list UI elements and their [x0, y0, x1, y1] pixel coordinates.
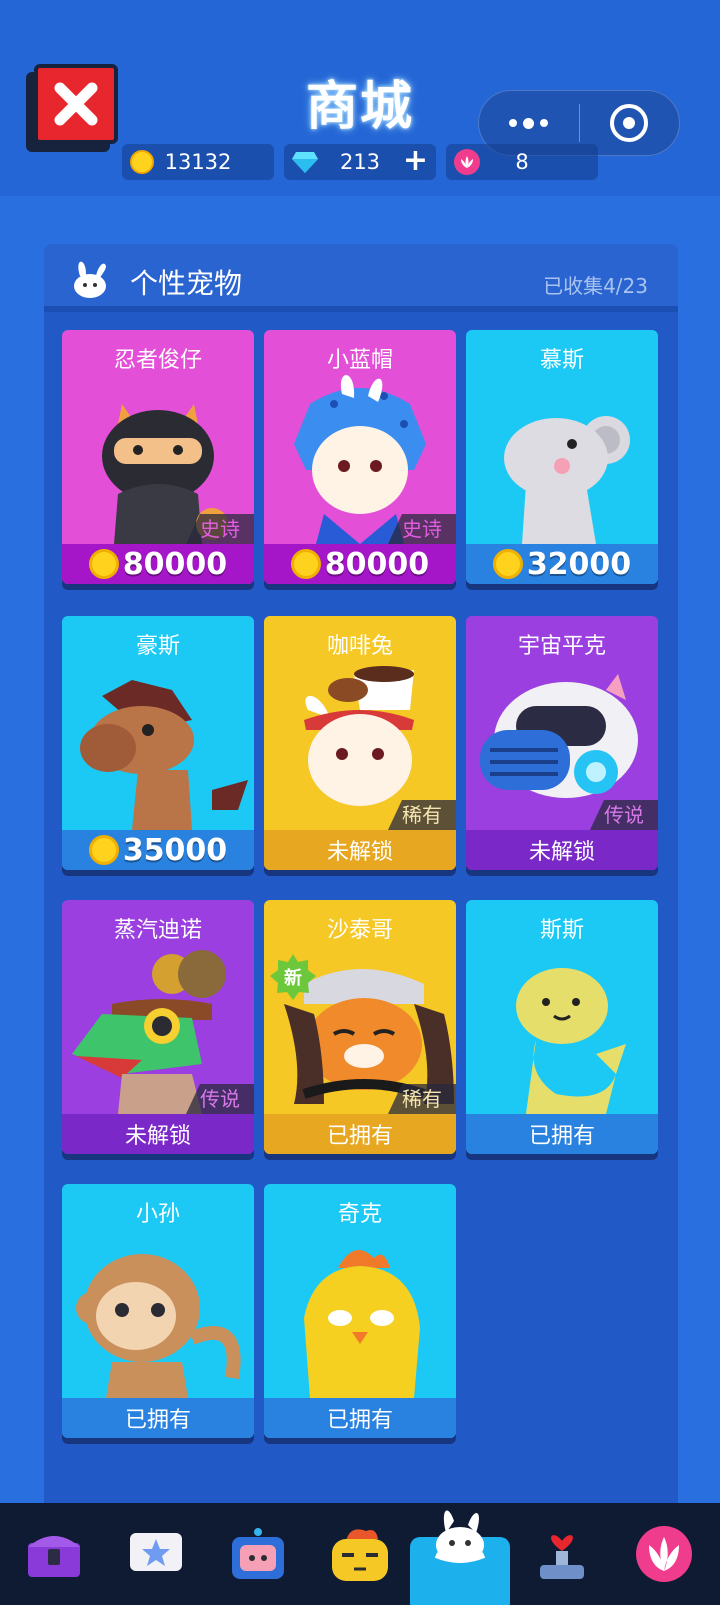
locked-label: 未解锁 [466, 830, 658, 870]
pet-name: 慕斯 [539, 348, 584, 373]
pet-card[interactable]: 咖啡兔 稀有 未解锁 [264, 616, 456, 870]
coin-icon [290, 549, 321, 579]
lotus-icon [636, 1526, 692, 1582]
lotus-balance: 8 [446, 144, 598, 180]
trophy-icon [540, 1535, 584, 1579]
coin-icon [88, 549, 119, 579]
pet-name: 忍者俊仔 [113, 348, 202, 373]
gold-balance: 13132 [122, 144, 274, 180]
pet-card[interactable]: 蒸汽迪诺 传说 未解锁 [62, 900, 254, 1154]
more-button[interactable] [479, 117, 579, 129]
exit-button[interactable] [580, 104, 680, 142]
collection-count: 已收集4/23 [543, 274, 648, 298]
pet-card[interactable]: 小孙 已拥有 [62, 1184, 254, 1438]
face-icon [332, 1529, 388, 1581]
nav-item-trophy[interactable] [512, 1503, 612, 1605]
horse-image [80, 680, 248, 830]
owned-label: 已拥有 [264, 1114, 456, 1154]
mouse-image [504, 416, 630, 544]
pet-name: 宇宙平克 [517, 634, 606, 659]
target-icon [610, 104, 649, 142]
nav-item-pets[interactable] [410, 1510, 510, 1605]
coin-icon [492, 549, 523, 579]
pet-name: 小孙 [135, 1202, 180, 1227]
pet-name: 沙泰哥 [326, 918, 393, 943]
pet-card[interactable]: 宇宙平克 传说 未解锁 [466, 616, 658, 870]
pet-card[interactable]: 小蓝帽 史诗 80000 [264, 330, 456, 584]
pet-name: 豪斯 [135, 634, 180, 659]
locked-label: 未解锁 [264, 830, 456, 870]
star-card-icon [130, 1533, 182, 1571]
owned-label: 已拥有 [466, 1114, 658, 1154]
buy-button[interactable]: 80000 [62, 544, 254, 584]
pet-shop-panel: 个性宠物 已收集4/23 忍者俊仔 史诗 80000 小蓝帽 史诗 80000 … [44, 244, 678, 1504]
nav-item-face[interactable] [310, 1503, 410, 1605]
new-badge: 新 [270, 954, 316, 1000]
buy-button[interactable]: 32000 [466, 544, 658, 584]
coin-icon [88, 835, 119, 865]
pet-name: 小蓝帽 [326, 348, 393, 373]
bunny-icon [74, 261, 106, 298]
tv-icon [232, 1528, 284, 1579]
buy-button[interactable]: 35000 [62, 830, 254, 870]
panel-title: 个性宠物 [130, 267, 243, 300]
pet-card[interactable]: 忍者俊仔 史诗 80000 [62, 330, 254, 584]
snake-image [516, 968, 626, 1114]
nav-item-cards[interactable] [106, 1503, 206, 1605]
header: 商城 13132 213 + 8 [0, 0, 720, 196]
nav-item-tv[interactable] [208, 1503, 308, 1605]
locked-label: 未解锁 [62, 1114, 254, 1154]
gem-balance: 213 + [284, 144, 436, 180]
nav-item-lotus[interactable] [614, 1503, 714, 1605]
chest-icon [28, 1536, 80, 1577]
pet-card[interactable]: 慕斯 32000 [466, 330, 658, 584]
pet-name: 咖啡兔 [326, 634, 393, 659]
owned-label: 已拥有 [264, 1398, 456, 1438]
panel-header: 个性宠物 已收集4/23 [44, 244, 678, 312]
svg-text:新: 新 [284, 967, 302, 989]
pet-name: 蒸汽迪诺 [113, 918, 202, 943]
bottom-nav [0, 1503, 720, 1605]
pet-card[interactable]: 奇克 已拥有 [264, 1184, 456, 1438]
pet-card[interactable]: 斯斯 已拥有 [466, 900, 658, 1154]
buy-button[interactable]: 80000 [264, 544, 456, 584]
pet-card[interactable]: 沙泰哥 新 稀有 已拥有 [264, 900, 456, 1154]
owned-label: 已拥有 [62, 1398, 254, 1438]
add-gems-button[interactable]: + [403, 144, 428, 178]
more-icon [509, 119, 518, 127]
pet-name: 斯斯 [539, 918, 584, 943]
monkey-image [76, 1254, 241, 1398]
pet-card[interactable]: 豪斯 35000 [62, 616, 254, 870]
pet-name: 奇克 [337, 1202, 382, 1227]
bunny-icon [434, 1510, 486, 1563]
chick-image [304, 1250, 420, 1398]
nav-item-chest[interactable] [4, 1503, 104, 1605]
